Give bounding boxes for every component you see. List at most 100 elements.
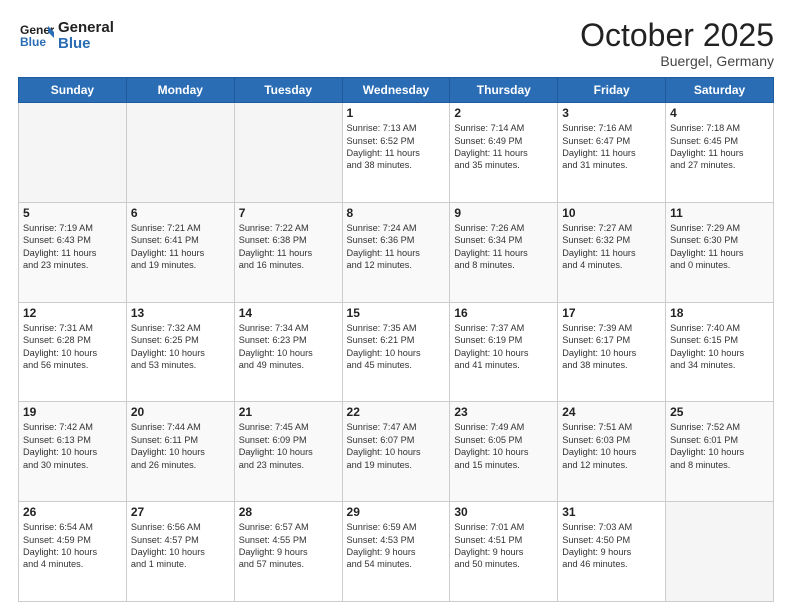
- calendar-cell: 18Sunrise: 7:40 AM Sunset: 6:15 PM Dayli…: [666, 302, 774, 402]
- day-number: 2: [454, 106, 553, 120]
- calendar-cell: [234, 103, 342, 203]
- calendar-cell: 16 Sunrise: 7:37 AM Sunset: 6:19 PM Dayli…: [450, 302, 558, 402]
- day-number: 27: [131, 505, 230, 519]
- day-content: Sunrise: 7:22 AM Sunset: 6:38 PM Dayligh…: [239, 222, 338, 272]
- calendar-cell: 5 Sunrise: 7:19 AM Sunset: 6:43 PM Daylig…: [19, 202, 127, 302]
- day-number: 17: [562, 306, 661, 320]
- calendar-cell: [126, 103, 234, 203]
- day-number: 31: [562, 505, 661, 519]
- day-content: Sunrise: 7:39 AM Sunset: 6:17 PM Dayligh…: [562, 322, 661, 372]
- day-number: 6: [131, 206, 230, 220]
- day-number: 30: [454, 505, 553, 519]
- calendar-cell: 2 Sunrise: 7:14 AM Sunset: 6:49 PM Daylig…: [450, 103, 558, 203]
- page: General Blue General Blue October 2025 B…: [0, 0, 792, 612]
- day-content: Sunrise: 7:49 AM Sunset: 6:05 PM Dayligh…: [454, 421, 553, 471]
- day-number: 16: [454, 306, 553, 320]
- calendar-header-row: SundayMondayTuesdayWednesdayThursdayFrid…: [19, 78, 774, 103]
- day-number: 3: [562, 106, 661, 120]
- calendar-cell: 20 Sunrise: 7:44 AM Sunset: 6:11 PM Dayli…: [126, 402, 234, 502]
- day-content: Sunrise: 7:37 AM Sunset: 6:19 PM Dayligh…: [454, 322, 553, 372]
- col-header-tuesday: Tuesday: [234, 78, 342, 103]
- calendar-cell: 13 Sunrise: 7:32 AM Sunset: 6:25 PM Dayli…: [126, 302, 234, 402]
- day-content: Sunrise: 7:42 AM Sunset: 6:13 PM Dayligh…: [23, 421, 122, 471]
- day-content: Sunrise: 7:32 AM Sunset: 6:25 PM Dayligh…: [131, 322, 230, 372]
- calendar-cell: 28Sunrise: 6:57 AM Sunset: 4:55 PM Dayli…: [234, 502, 342, 602]
- day-number: 20: [131, 405, 230, 419]
- calendar-cell: 17 Sunrise: 7:39 AM Sunset: 6:17 PM Dayli…: [558, 302, 666, 402]
- day-content: Sunrise: 7:19 AM Sunset: 6:43 PM Dayligh…: [23, 222, 122, 272]
- day-content: Sunrise: 7:21 AM Sunset: 6:41 PM Dayligh…: [131, 222, 230, 272]
- calendar-cell: 9Sunrise: 7:26 AM Sunset: 6:34 PM Daylig…: [450, 202, 558, 302]
- calendar-cell: 25Sunrise: 7:52 AM Sunset: 6:01 PM Dayli…: [666, 402, 774, 502]
- day-number: 26: [23, 505, 122, 519]
- day-content: Sunrise: 7:31 AM Sunset: 6:28 PM Dayligh…: [23, 322, 122, 372]
- col-header-monday: Monday: [126, 78, 234, 103]
- day-content: Sunrise: 7:35 AM Sunset: 6:21 PM Dayligh…: [347, 322, 446, 372]
- col-header-friday: Friday: [558, 78, 666, 103]
- calendar-week-2: 5 Sunrise: 7:19 AM Sunset: 6:43 PM Daylig…: [19, 202, 774, 302]
- day-content: Sunrise: 7:34 AM Sunset: 6:23 PM Dayligh…: [239, 322, 338, 372]
- day-content: Sunrise: 7:44 AM Sunset: 6:11 PM Dayligh…: [131, 421, 230, 471]
- day-content: Sunrise: 6:59 AM Sunset: 4:53 PM Dayligh…: [347, 521, 446, 571]
- day-number: 13: [131, 306, 230, 320]
- svg-text:Blue: Blue: [20, 35, 46, 49]
- calendar-cell: 24 Sunrise: 7:51 AM Sunset: 6:03 PM Dayli…: [558, 402, 666, 502]
- day-content: Sunrise: 7:29 AM Sunset: 6:30 PM Dayligh…: [670, 222, 769, 272]
- day-number: 21: [239, 405, 338, 419]
- calendar-cell: 26Sunrise: 6:54 AM Sunset: 4:59 PM Dayli…: [19, 502, 127, 602]
- calendar-cell: [19, 103, 127, 203]
- day-content: Sunrise: 7:51 AM Sunset: 6:03 PM Dayligh…: [562, 421, 661, 471]
- day-number: 7: [239, 206, 338, 220]
- month-title: October 2025: [580, 18, 774, 53]
- day-content: Sunrise: 7:16 AM Sunset: 6:47 PM Dayligh…: [562, 122, 661, 172]
- day-number: 29: [347, 505, 446, 519]
- calendar-cell: 30 Sunrise: 7:01 AM Sunset: 4:51 PM Dayli…: [450, 502, 558, 602]
- calendar-week-5: 26Sunrise: 6:54 AM Sunset: 4:59 PM Dayli…: [19, 502, 774, 602]
- day-content: Sunrise: 7:13 AM Sunset: 6:52 PM Dayligh…: [347, 122, 446, 172]
- day-number: 14: [239, 306, 338, 320]
- header: General Blue General Blue October 2025 B…: [18, 18, 774, 69]
- day-content: Sunrise: 7:47 AM Sunset: 6:07 PM Dayligh…: [347, 421, 446, 471]
- calendar-cell: 11Sunrise: 7:29 AM Sunset: 6:30 PM Dayli…: [666, 202, 774, 302]
- calendar-cell: 31 Sunrise: 7:03 AM Sunset: 4:50 PM Dayli…: [558, 502, 666, 602]
- calendar-cell: 19 Sunrise: 7:42 AM Sunset: 6:13 PM Dayli…: [19, 402, 127, 502]
- col-header-wednesday: Wednesday: [342, 78, 450, 103]
- day-number: 24: [562, 405, 661, 419]
- col-header-thursday: Thursday: [450, 78, 558, 103]
- day-number: 19: [23, 405, 122, 419]
- day-content: Sunrise: 6:57 AM Sunset: 4:55 PM Dayligh…: [239, 521, 338, 571]
- logo: General Blue General Blue: [18, 18, 114, 54]
- calendar-cell: 27 Sunrise: 6:56 AM Sunset: 4:57 PM Dayli…: [126, 502, 234, 602]
- day-content: Sunrise: 6:56 AM Sunset: 4:57 PM Dayligh…: [131, 521, 230, 571]
- calendar-cell: 1 Sunrise: 7:13 AM Sunset: 6:52 PM Daylig…: [342, 103, 450, 203]
- day-number: 23: [454, 405, 553, 419]
- day-number: 22: [347, 405, 446, 419]
- calendar-cell: 6 Sunrise: 7:21 AM Sunset: 6:41 PM Daylig…: [126, 202, 234, 302]
- calendar-cell: 15 Sunrise: 7:35 AM Sunset: 6:21 PM Dayli…: [342, 302, 450, 402]
- calendar-cell: 8Sunrise: 7:24 AM Sunset: 6:36 PM Daylig…: [342, 202, 450, 302]
- calendar-cell: 10Sunrise: 7:27 AM Sunset: 6:32 PM Dayli…: [558, 202, 666, 302]
- calendar-table: SundayMondayTuesdayWednesdayThursdayFrid…: [18, 77, 774, 602]
- col-header-saturday: Saturday: [666, 78, 774, 103]
- day-content: Sunrise: 7:03 AM Sunset: 4:50 PM Dayligh…: [562, 521, 661, 571]
- day-number: 4: [670, 106, 769, 120]
- day-content: Sunrise: 7:45 AM Sunset: 6:09 PM Dayligh…: [239, 421, 338, 471]
- day-number: 5: [23, 206, 122, 220]
- calendar-cell: 4Sunrise: 7:18 AM Sunset: 6:45 PM Daylig…: [666, 103, 774, 203]
- calendar-cell: 29 Sunrise: 6:59 AM Sunset: 4:53 PM Dayli…: [342, 502, 450, 602]
- day-number: 15: [347, 306, 446, 320]
- calendar-cell: 21 Sunrise: 7:45 AM Sunset: 6:09 PM Dayli…: [234, 402, 342, 502]
- day-content: Sunrise: 7:52 AM Sunset: 6:01 PM Dayligh…: [670, 421, 769, 471]
- calendar-week-4: 19 Sunrise: 7:42 AM Sunset: 6:13 PM Dayli…: [19, 402, 774, 502]
- calendar-cell: 23 Sunrise: 7:49 AM Sunset: 6:05 PM Dayli…: [450, 402, 558, 502]
- location: Buergel, Germany: [580, 53, 774, 69]
- logo-icon: General Blue: [18, 18, 54, 54]
- day-content: Sunrise: 7:01 AM Sunset: 4:51 PM Dayligh…: [454, 521, 553, 571]
- logo-blue: Blue: [58, 36, 114, 53]
- day-content: Sunrise: 7:40 AM Sunset: 6:15 PM Dayligh…: [670, 322, 769, 372]
- logo-general: General: [58, 20, 114, 37]
- day-content: Sunrise: 7:26 AM Sunset: 6:34 PM Dayligh…: [454, 222, 553, 272]
- day-content: Sunrise: 7:14 AM Sunset: 6:49 PM Dayligh…: [454, 122, 553, 172]
- day-number: 1: [347, 106, 446, 120]
- calendar-week-3: 12Sunrise: 7:31 AM Sunset: 6:28 PM Dayli…: [19, 302, 774, 402]
